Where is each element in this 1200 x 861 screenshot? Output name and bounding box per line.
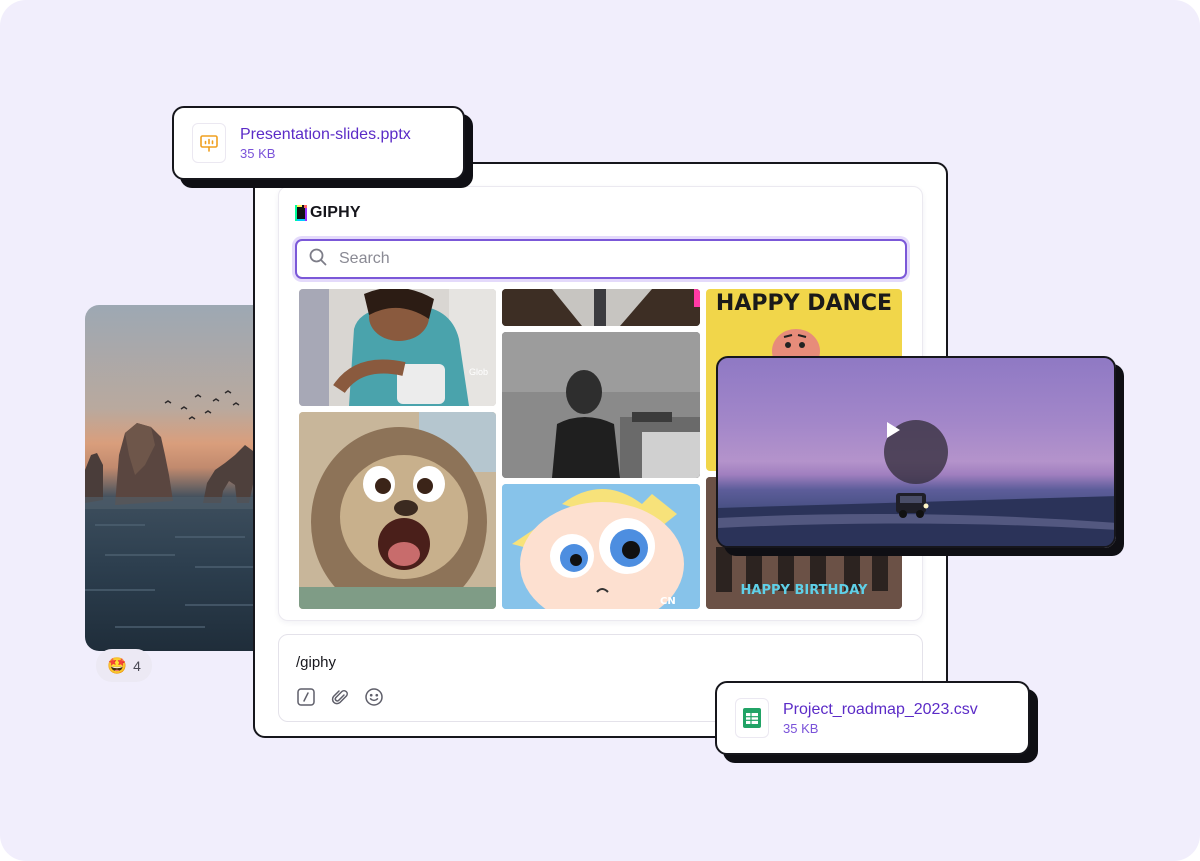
play-button[interactable] [884, 420, 948, 484]
gif-woman-laughing-image: Glob [299, 289, 496, 406]
gif-sloth-laughing[interactable] [299, 412, 496, 609]
giphy-logo-icon [295, 205, 307, 221]
reaction-chip[interactable]: 🤩 4 [96, 649, 152, 682]
search-icon [309, 248, 327, 271]
file-size: 35 KB [240, 145, 276, 161]
giphy-logo: GIPHY [295, 204, 361, 222]
message-input[interactable]: /giphy [296, 654, 336, 671]
channel-logo: CN [660, 596, 676, 607]
gif-powerpuff-crying-image: CN [502, 484, 700, 609]
file-name: Presentation-slides.pptx [240, 125, 411, 143]
gif-powerpuff-crying[interactable]: CN [502, 484, 700, 609]
gif-search-box[interactable] [295, 239, 907, 279]
file-info: Project_roadmap_2023.csv 35 KB [783, 700, 978, 737]
gif-sloth-laughing-image [299, 412, 496, 609]
attachment-icon[interactable] [330, 687, 350, 707]
gif-speaker-cropped[interactable] [502, 289, 700, 326]
gif-happy-birthday-caption: HAPPY BIRTHDAY [740, 583, 868, 598]
giphy-brand: GIPHY [310, 204, 361, 221]
presentation-icon [192, 123, 226, 163]
file-size: 35 KB [783, 720, 819, 736]
command-icon[interactable] [296, 687, 316, 707]
spreadsheet-icon [735, 698, 769, 738]
file-attachment-pptx[interactable]: Presentation-slides.pptx 35 KB [172, 106, 465, 180]
gif-speaker-podium-image [502, 332, 700, 478]
video-attachment[interactable] [716, 356, 1116, 548]
file-attachment-csv[interactable]: Project_roadmap_2023.csv 35 KB [715, 681, 1030, 755]
gif-woman-laughing[interactable]: Glob [299, 289, 496, 406]
emoji-icon[interactable] [364, 687, 384, 707]
file-info: Presentation-slides.pptx 35 KB [240, 125, 411, 162]
file-name: Project_roadmap_2023.csv [783, 700, 978, 718]
gif-search-input[interactable] [339, 250, 879, 268]
star-struck-emoji-icon: 🤩 [107, 657, 128, 675]
gif-watermark: Glob [469, 367, 488, 377]
reaction-count: 4 [133, 657, 141, 674]
gif-speaker-podium[interactable] [502, 332, 700, 478]
gif-speaker-cropped-image [502, 289, 700, 326]
